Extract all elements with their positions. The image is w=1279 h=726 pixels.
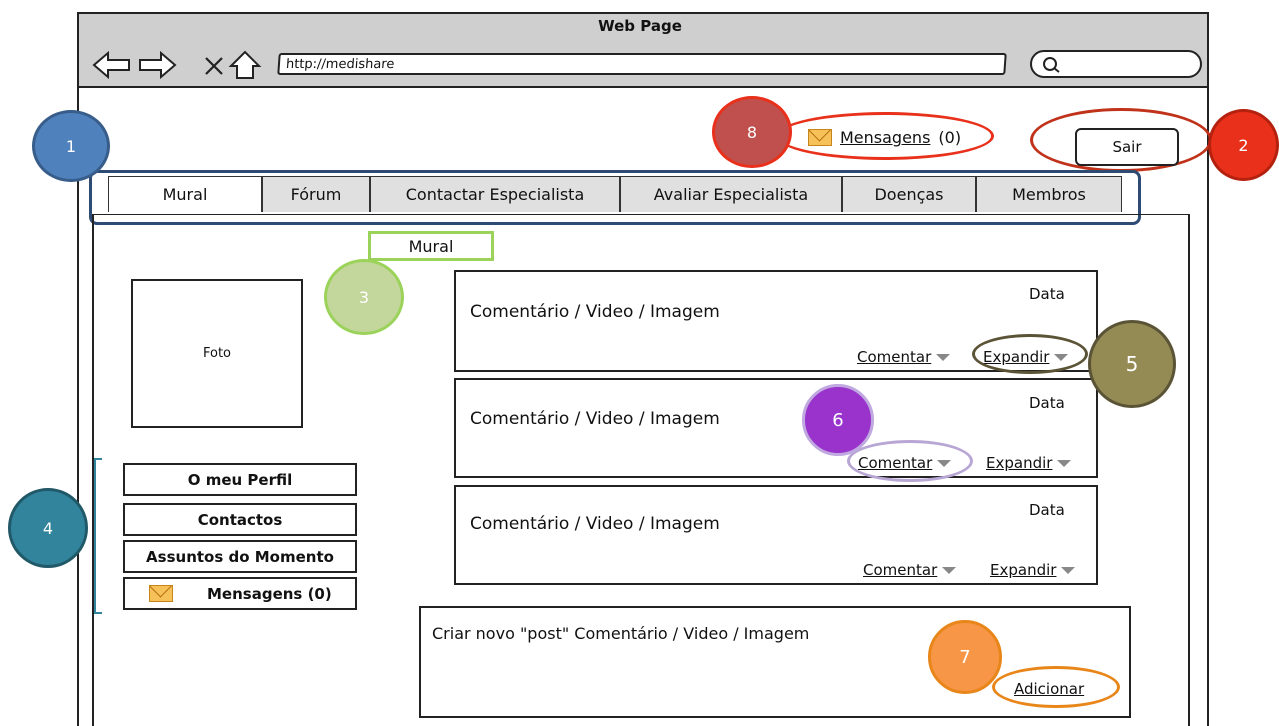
new-post-prompt: Criar novo "post" Comentário / Video / I… [432,624,810,643]
post-date: Data [1029,394,1065,412]
tab-membros[interactable]: Membros [976,176,1122,212]
messages-link[interactable]: Mensagens [840,128,930,147]
search-icon [1043,57,1060,73]
add-post-button[interactable]: Adicionar [1014,680,1084,698]
post-date: Data [1029,501,1065,519]
tab-doencas[interactable]: Doenças [842,176,976,212]
callout-2: 2 [1208,109,1279,181]
callout-4: 4 [8,488,88,568]
tab-avaliar-especialista[interactable]: Avaliar Especialista [620,176,842,212]
sidebar-item-topics[interactable]: Assuntos do Momento [123,540,357,573]
sidebar-bracket [94,458,102,614]
close-icon[interactable] [203,50,225,80]
sidebar-item-contacts[interactable]: Contactos [123,503,357,536]
comment-link[interactable]: Comentar [863,560,957,579]
url-bar[interactable]: http://medishare [277,53,1007,75]
tab-forum[interactable]: Fórum [262,176,370,212]
back-arrow-icon[interactable] [92,50,132,80]
profile-photo: Foto [131,279,303,428]
expand-link[interactable]: Expandir [990,560,1076,579]
chevron-down-icon [1057,460,1072,467]
post-text: Comentário / Video / Imagem [470,514,720,534]
callout-3: 3 [324,259,404,335]
highlight-comment [847,440,973,482]
logout-button[interactable]: Sair [1075,128,1179,166]
chevron-down-icon [942,567,957,574]
highlight-expand [972,334,1088,374]
search-input[interactable] [1030,50,1202,78]
post-text: Comentário / Video / Imagem [470,302,720,322]
envelope-icon [149,585,173,602]
sidebar-item-messages[interactable]: Mensagens (0) [123,577,357,610]
sidebar-item-profile[interactable]: O meu Perfil [123,463,357,496]
envelope-icon [808,129,832,146]
post-text: Comentário / Video / Imagem [470,409,720,429]
chevron-down-icon [936,354,951,361]
callout-1: 1 [32,110,110,182]
sidebar-messages-label: Mensagens (0) [207,584,332,603]
page-title: Web Page [598,17,682,35]
callout-7: 7 [928,620,1002,694]
expand-link[interactable]: Expandir [986,453,1072,472]
chevron-down-icon [1061,567,1076,574]
section-title: Mural [368,231,494,261]
tab-contactar-especialista[interactable]: Contactar Especialista [370,176,620,212]
post-date: Data [1029,285,1065,303]
callout-5: 5 [1088,320,1176,408]
comment-link[interactable]: Comentar [857,347,951,366]
messages-count: (0) [938,128,962,147]
header-messages[interactable]: Mensagens (0) [808,128,961,147]
forward-arrow-icon[interactable] [137,50,177,80]
callout-6: 6 [802,384,874,456]
callout-8: 8 [712,96,792,168]
tab-mural[interactable]: Mural [108,176,262,212]
home-icon[interactable] [228,50,262,80]
